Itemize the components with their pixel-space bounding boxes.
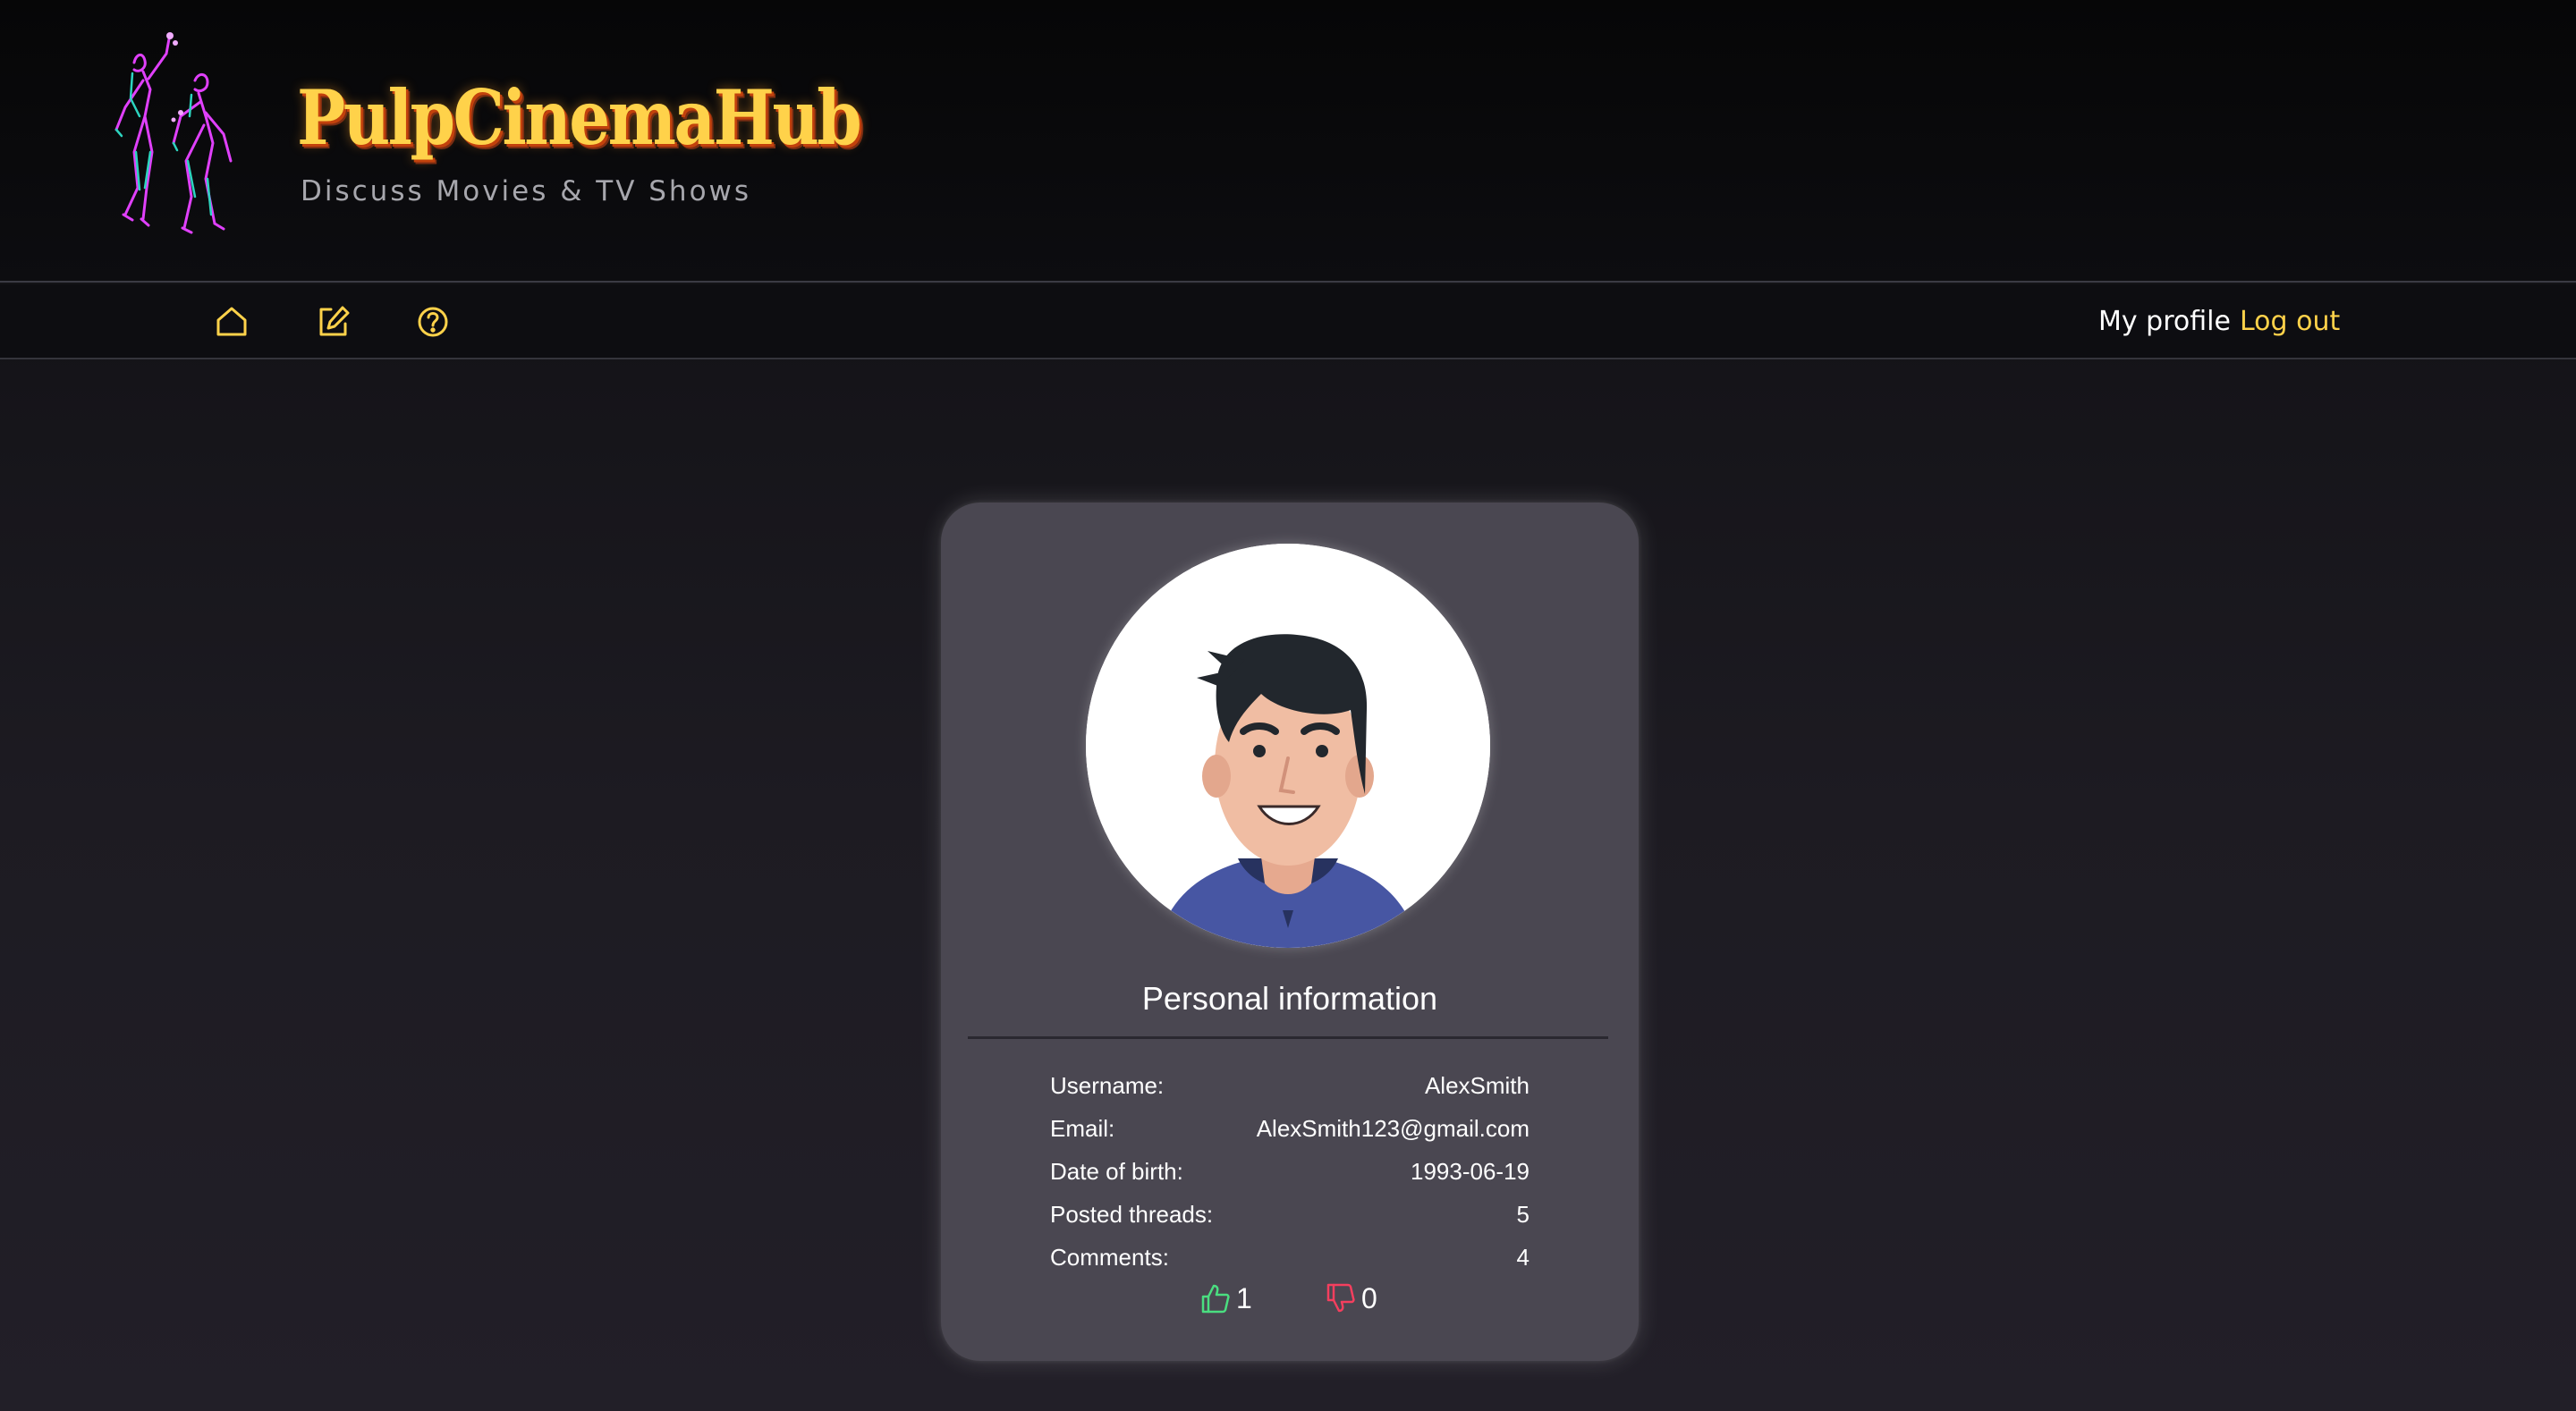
my-profile-link[interactable]: My profile [2098, 302, 2231, 342]
edit-icon[interactable] [311, 300, 354, 343]
info-label: Email: [1050, 1115, 1115, 1142]
dislike-count: 0 [1361, 1282, 1377, 1314]
profile-card: Personal information Username: AlexSmith… [941, 503, 1639, 1361]
section-title: Personal information [1141, 980, 1438, 1017]
info-value: AlexSmith123@gmail.com [1256, 1115, 1530, 1142]
info-label: Username: [1050, 1072, 1165, 1099]
info-value: AlexSmith [1424, 1072, 1530, 1099]
info-row-email: Email: AlexSmith123@gmail.com [1050, 1111, 1530, 1146]
like-button[interactable]: 1 [1200, 1277, 1272, 1320]
site-header: PulpCinemaHub Discuss Movies & TV Shows [0, 0, 2576, 283]
info-row-comments: Comments: 4 [1050, 1239, 1530, 1275]
neon-dancers-icon[interactable] [80, 27, 242, 250]
info-value: 1993-06-19 [1411, 1158, 1530, 1185]
avatar [1086, 544, 1490, 948]
dislike-button[interactable]: 0 [1326, 1277, 1397, 1320]
info-row-posted-threads: Posted threads: 5 [1050, 1196, 1530, 1232]
info-row-username: Username: AlexSmith [1050, 1068, 1530, 1103]
log-out-link[interactable]: Log out [2240, 302, 2340, 342]
home-icon[interactable] [210, 300, 253, 343]
info-value: 4 [1516, 1244, 1530, 1271]
main-navbar: My profile Log out [0, 284, 2576, 359]
info-label: Comments: [1050, 1244, 1169, 1271]
info-label: Date of birth: [1050, 1158, 1183, 1185]
site-tagline: Discuss Movies & TV Shows [301, 175, 752, 207]
info-label: Posted threads: [1050, 1201, 1214, 1228]
like-count: 1 [1236, 1282, 1252, 1314]
thumbs-up-icon [1201, 1284, 1230, 1314]
vote-summary: 1 0 [941, 1277, 1639, 1320]
info-row-date-of-birth: Date of birth: 1993-06-19 [1050, 1153, 1530, 1189]
info-value: 5 [1516, 1201, 1530, 1228]
help-icon[interactable] [411, 300, 454, 343]
site-title[interactable]: PulpCinemaHub [297, 73, 862, 163]
divider [968, 1036, 1608, 1039]
thumbs-down-icon [1326, 1283, 1355, 1313]
